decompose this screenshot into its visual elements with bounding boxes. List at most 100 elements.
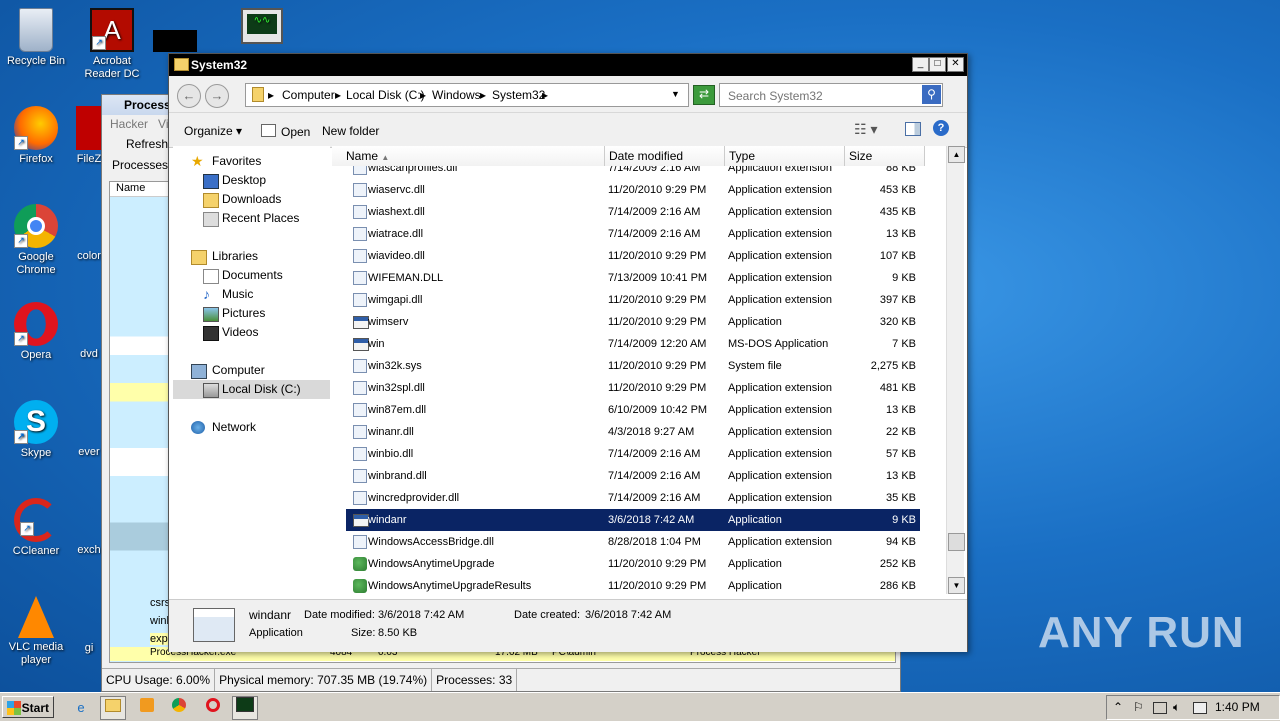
explorer-window[interactable]: System32 _ □ ✕ ← → ▸ Computer ▸ Local Di…	[168, 53, 968, 652]
nav-network[interactable]: Network	[173, 418, 330, 437]
breadcrumb-computer[interactable]: Computer	[282, 88, 335, 102]
file-name: wiaservc.dll	[368, 184, 425, 196]
open-button[interactable]: Open	[261, 124, 310, 139]
nav-music[interactable]: ♪ Music	[173, 285, 330, 304]
nav-favorites[interactable]: ★ Favorites	[173, 152, 330, 171]
maximize-button[interactable]: □	[929, 57, 946, 72]
desktop-icon-firefox[interactable]: ↗ Firefox	[0, 106, 72, 166]
preview-pane-icon[interactable]	[905, 122, 921, 136]
file-row[interactable]: wiavideo.dll 11/20/2010 9:29 PM Applicatio…	[346, 245, 920, 267]
desktop-icon-acrobat[interactable]: A ↗ Acrobat Reader DC	[76, 8, 148, 81]
address-bar[interactable]: ▸ Computer ▸ Local Disk (C:) ▸ Windows ▸…	[245, 83, 689, 107]
desktop-icon-exch[interactable]: exch	[76, 544, 102, 557]
file-row[interactable]: win32k.sys 11/20/2010 9:29 PM System file 2…	[346, 355, 920, 377]
help-icon[interactable]: ?	[933, 120, 949, 136]
refresh-icon[interactable]: ⇄	[693, 85, 715, 105]
nav-recent-places[interactable]: Recent Places	[173, 209, 330, 228]
file-row[interactable]: winanr.dll 4/3/2018 9:27 AM Application ex…	[346, 421, 920, 443]
start-button[interactable]: Start	[2, 696, 54, 718]
nav-downloads[interactable]: Downloads	[173, 190, 330, 209]
table-row[interactable]: winl	[150, 615, 169, 627]
media-player-icon[interactable]	[134, 696, 160, 720]
desktop-icon-color[interactable]: color	[76, 250, 102, 263]
table-row[interactable]: exp	[150, 633, 168, 645]
desktop-icon-monitor[interactable]: ∿∿	[226, 8, 298, 47]
column-header-size[interactable]: Size	[845, 146, 925, 166]
file-row[interactable]: winbrand.dll 7/14/2009 2:16 AM Application…	[346, 465, 920, 487]
desktop-icon-dvd[interactable]: dvd	[76, 348, 102, 361]
breadcrumb-separator[interactable]: ▸	[268, 88, 274, 102]
tray-expand-icon[interactable]: ⌃	[1113, 700, 1123, 714]
chevron-down-icon[interactable]: ▼	[671, 89, 680, 99]
file-row[interactable]: wimgapi.dll 11/20/2010 9:29 PM Application…	[346, 289, 920, 311]
scroll-down-arrow-icon[interactable]: ▼	[948, 577, 965, 594]
file-row[interactable]: WindowsAnytimeUpgrade 11/20/2010 9:29 PM A…	[346, 553, 920, 575]
nav-documents[interactable]: Documents	[173, 266, 330, 285]
breadcrumb-separator[interactable]: ▸	[420, 88, 426, 102]
forward-button[interactable]: →	[205, 84, 229, 108]
organize-button[interactable]: Organize ▾	[184, 124, 242, 138]
desktop-icon-ever[interactable]: ever	[76, 446, 102, 459]
nav-pictures[interactable]: Pictures	[173, 304, 330, 323]
view-options-icon[interactable]: ☷ ▾	[854, 121, 877, 138]
column-header-type[interactable]: Type	[725, 146, 845, 166]
opera-taskbar-icon[interactable]	[200, 696, 226, 720]
vertical-scrollbar[interactable]: ▲ ▼	[946, 146, 965, 594]
file-row[interactable]: win 7/14/2009 12:20 AM MS-DOS Application 7…	[346, 333, 920, 355]
network-tray-icon[interactable]	[1153, 702, 1167, 714]
volume-icon[interactable]: 🔈︎	[1173, 700, 1180, 715]
file-row[interactable]: WIFEMAN.DLL 7/13/2009 10:41 PM Application…	[346, 267, 920, 289]
nav-libraries[interactable]: Libraries	[173, 247, 330, 266]
file-row[interactable]: wiashext.dll 7/14/2009 2:16 AM Application…	[346, 201, 920, 223]
internet-explorer-icon[interactable]: e	[68, 696, 94, 720]
breadcrumb-system32[interactable]: System32	[492, 88, 545, 102]
breadcrumb-separator[interactable]: ▸	[335, 88, 341, 102]
file-row[interactable]: WindowsAccessBridge.dll 8/28/2018 1:04 PM…	[346, 531, 920, 553]
column-header-date[interactable]: Date modified	[605, 146, 725, 166]
search-box[interactable]: ⚲	[719, 83, 943, 107]
desktop-icon-filezilla[interactable]: FileZ	[76, 106, 102, 166]
explorer-taskbar-icon[interactable]	[100, 696, 126, 720]
process-hacker-taskbar-icon[interactable]	[232, 696, 258, 720]
file-row[interactable]: wimserv 11/20/2010 9:29 PM Application 320 …	[346, 311, 920, 333]
file-row[interactable]: wiascanprofiles.dll 7/14/2009 2:16 AM Appl…	[346, 166, 920, 179]
file-row[interactable]: wincredprovider.dll 7/14/2009 2:16 AM Appl…	[346, 487, 920, 509]
new-folder-button[interactable]: New folder	[322, 124, 379, 138]
menu-hacker[interactable]: Hacker	[110, 117, 148, 131]
nav-local-disk[interactable]: Local Disk (C:)	[173, 380, 330, 399]
desktop-icon-chrome[interactable]: ↗ Google Chrome	[0, 204, 72, 277]
search-icon[interactable]: ⚲	[922, 85, 941, 104]
breadcrumb-windows[interactable]: Windows	[432, 88, 481, 102]
file-row[interactable]: winbio.dll 7/14/2009 2:16 AM Application e…	[346, 443, 920, 465]
flag-icon[interactable]: ⚐	[1133, 700, 1144, 714]
desktop-icon-recycle-bin[interactable]: Recycle Bin	[0, 8, 72, 68]
file-row[interactable]: win87em.dll 6/10/2009 10:42 PM Application…	[346, 399, 920, 421]
file-row[interactable]: wiaservc.dll 11/20/2010 9:29 PM Applicatio…	[346, 179, 920, 201]
scrollbar-thumb[interactable]	[948, 533, 965, 551]
minimize-button[interactable]: _	[912, 57, 929, 72]
search-input[interactable]	[726, 88, 920, 104]
chrome-taskbar-icon[interactable]	[166, 696, 192, 720]
column-header-name[interactable]: Name ▲	[332, 146, 605, 166]
desktop-icon-opera[interactable]: ↗ Opera	[0, 302, 72, 362]
desktop-icon-ccleaner[interactable]: ↗ CCleaner	[0, 498, 72, 558]
breadcrumb-separator[interactable]: ▸	[542, 88, 548, 102]
desktop-icon-vlc[interactable]: VLC media player	[0, 596, 72, 667]
clock[interactable]: 1:40 PM	[1215, 700, 1260, 714]
explorer-titlebar[interactable]: System32 _ □ ✕	[169, 54, 967, 76]
nav-videos[interactable]: Videos	[173, 323, 330, 342]
back-button[interactable]: ←	[177, 84, 201, 108]
nav-desktop[interactable]: Desktop	[173, 171, 330, 190]
file-row[interactable]: WindowsAnytimeUpgradeResults 11/20/2010 9…	[346, 575, 920, 594]
action-center-icon[interactable]	[1193, 702, 1207, 714]
file-row[interactable]: win32spl.dll 11/20/2010 9:29 PM Applicatio…	[346, 377, 920, 399]
desktop-icon-skype[interactable]: S ↗ Skype	[0, 400, 72, 460]
breadcrumb-separator[interactable]: ▸	[480, 88, 486, 102]
close-button[interactable]: ✕	[947, 57, 964, 72]
breadcrumb-local-disk[interactable]: Local Disk (C:)	[346, 88, 425, 102]
nav-computer[interactable]: Computer	[173, 361, 330, 380]
scroll-up-arrow-icon[interactable]: ▲	[948, 146, 965, 163]
file-row[interactable]: wiatrace.dll 7/14/2009 2:16 AM Application…	[346, 223, 920, 245]
desktop-icon-gi[interactable]: gi	[76, 642, 102, 655]
file-row[interactable]: windanr 3/6/2018 7:42 AM Application 9 KB	[346, 509, 920, 531]
